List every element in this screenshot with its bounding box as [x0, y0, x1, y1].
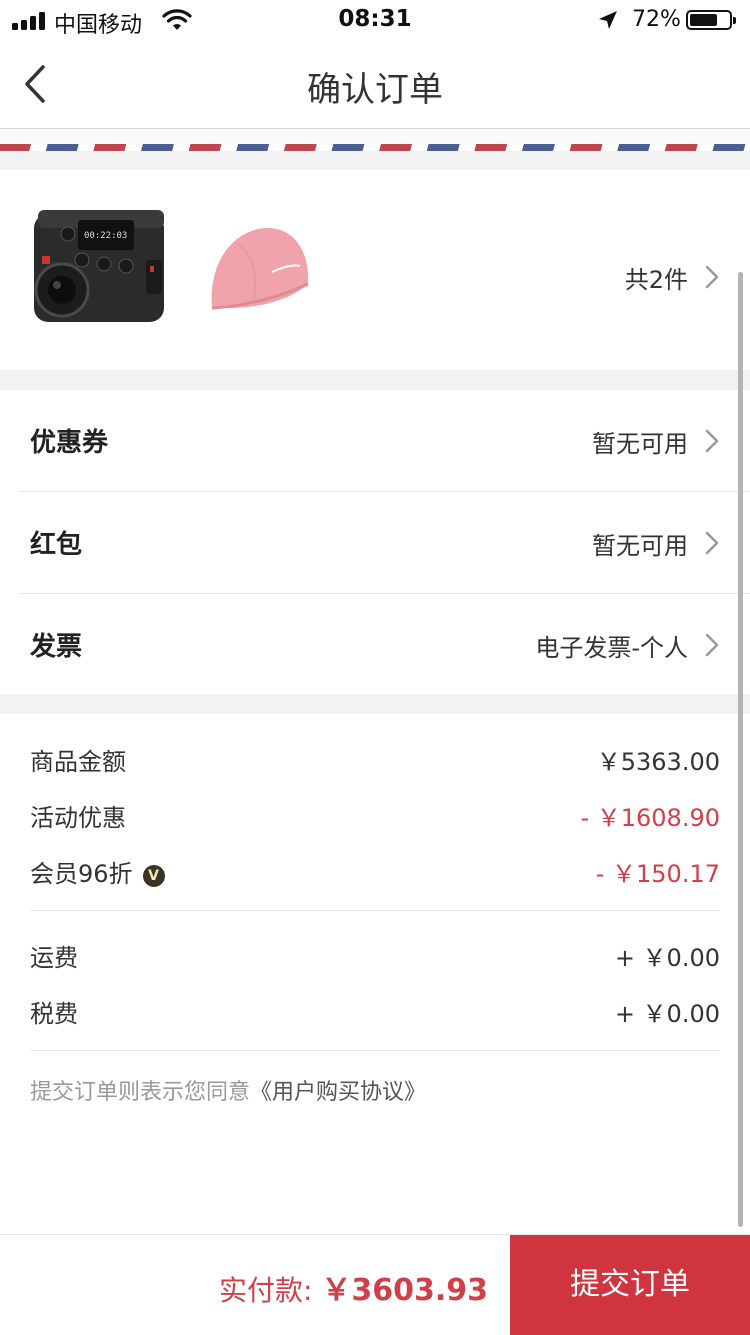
airmail-border-stripe [0, 144, 750, 151]
scrollbar[interactable] [738, 272, 743, 1227]
chevron-right-icon [705, 265, 719, 289]
tax-value: + ￥0.00 [614, 1000, 720, 1028]
invoice-value: 电子发票-个人 [535, 634, 688, 662]
member-discount-value: - ￥150.17 [595, 860, 720, 888]
total-payment-label: 实付款: [219, 1274, 322, 1307]
location-arrow-icon [599, 11, 617, 29]
svg-text:00:22:03: 00:22:03 [84, 231, 127, 241]
page-title: 确认订单 [307, 70, 443, 110]
total-payment: 实付款: ￥3603.93 [219, 1265, 488, 1309]
chevron-right-icon [705, 531, 719, 555]
chevron-right-icon [705, 429, 719, 453]
vip-badge-icon: V [142, 865, 165, 887]
battery-icon [686, 10, 736, 30]
action-camera-image: 00:22:03 [34, 210, 164, 322]
section-gap [0, 370, 750, 390]
goods-amount-label: 商品金额 [30, 748, 126, 776]
chevron-right-icon [705, 633, 719, 657]
agreement-notice: 提交订单则表示您同意《用户购买协议》 [30, 1074, 426, 1106]
section-gap [0, 151, 750, 170]
header-spacer [0, 129, 750, 144]
goods-amount-value: ￥5363.00 [596, 748, 720, 776]
invoice-label: 发票 [30, 632, 83, 662]
purchase-agreement-link[interactable]: 《用户购买协议》 [250, 1080, 426, 1105]
red-packet-value: 暂无可用 [592, 532, 688, 560]
swim-cap-image [211, 227, 309, 310]
coupon-row[interactable]: 优惠券 暂无可用 [0, 390, 750, 492]
submit-order-button[interactable]: 提交订单 [510, 1235, 750, 1335]
tax-label: 税费 [30, 1000, 78, 1028]
promotion-value: - ￥1608.90 [580, 804, 720, 832]
checkout-bar: 实付款: ￥3603.93 提交订单 [0, 1234, 750, 1335]
coupon-value: 暂无可用 [592, 430, 688, 458]
member-discount-label: 会员96折 [30, 860, 133, 888]
divider [30, 1050, 720, 1051]
status-bar: 中国移动 08:31 72% [0, 0, 750, 40]
coupon-label: 优惠券 [30, 428, 109, 458]
red-packet-row[interactable]: 红包 暂无可用 [0, 492, 750, 594]
shipping-value: + ￥0.00 [614, 944, 720, 972]
agreement-text: 提交订单则表示您同意 [30, 1080, 251, 1105]
shipping-label: 运费 [30, 944, 78, 972]
product-count: 共2件 [624, 266, 688, 294]
red-packet-label: 红包 [30, 530, 83, 560]
price-breakdown: 商品金额 ￥5363.00 活动优惠 - ￥1608.90 会员96折 V - ￥… [0, 714, 750, 1234]
divider [30, 910, 720, 911]
total-payment-amount: ￥3603.93 [321, 1273, 488, 1308]
promotion-label: 活动优惠 [30, 804, 126, 832]
product-summary[interactable]: 00:22:03 共2件 [0, 170, 750, 370]
navigation-bar: 确认订单 [0, 40, 750, 129]
section-gap [0, 694, 750, 714]
member-discount-row: 会员96折 V [30, 854, 165, 889]
battery-percent: 72% [632, 7, 681, 32]
invoice-row[interactable]: 发票 电子发票-个人 [0, 594, 750, 696]
